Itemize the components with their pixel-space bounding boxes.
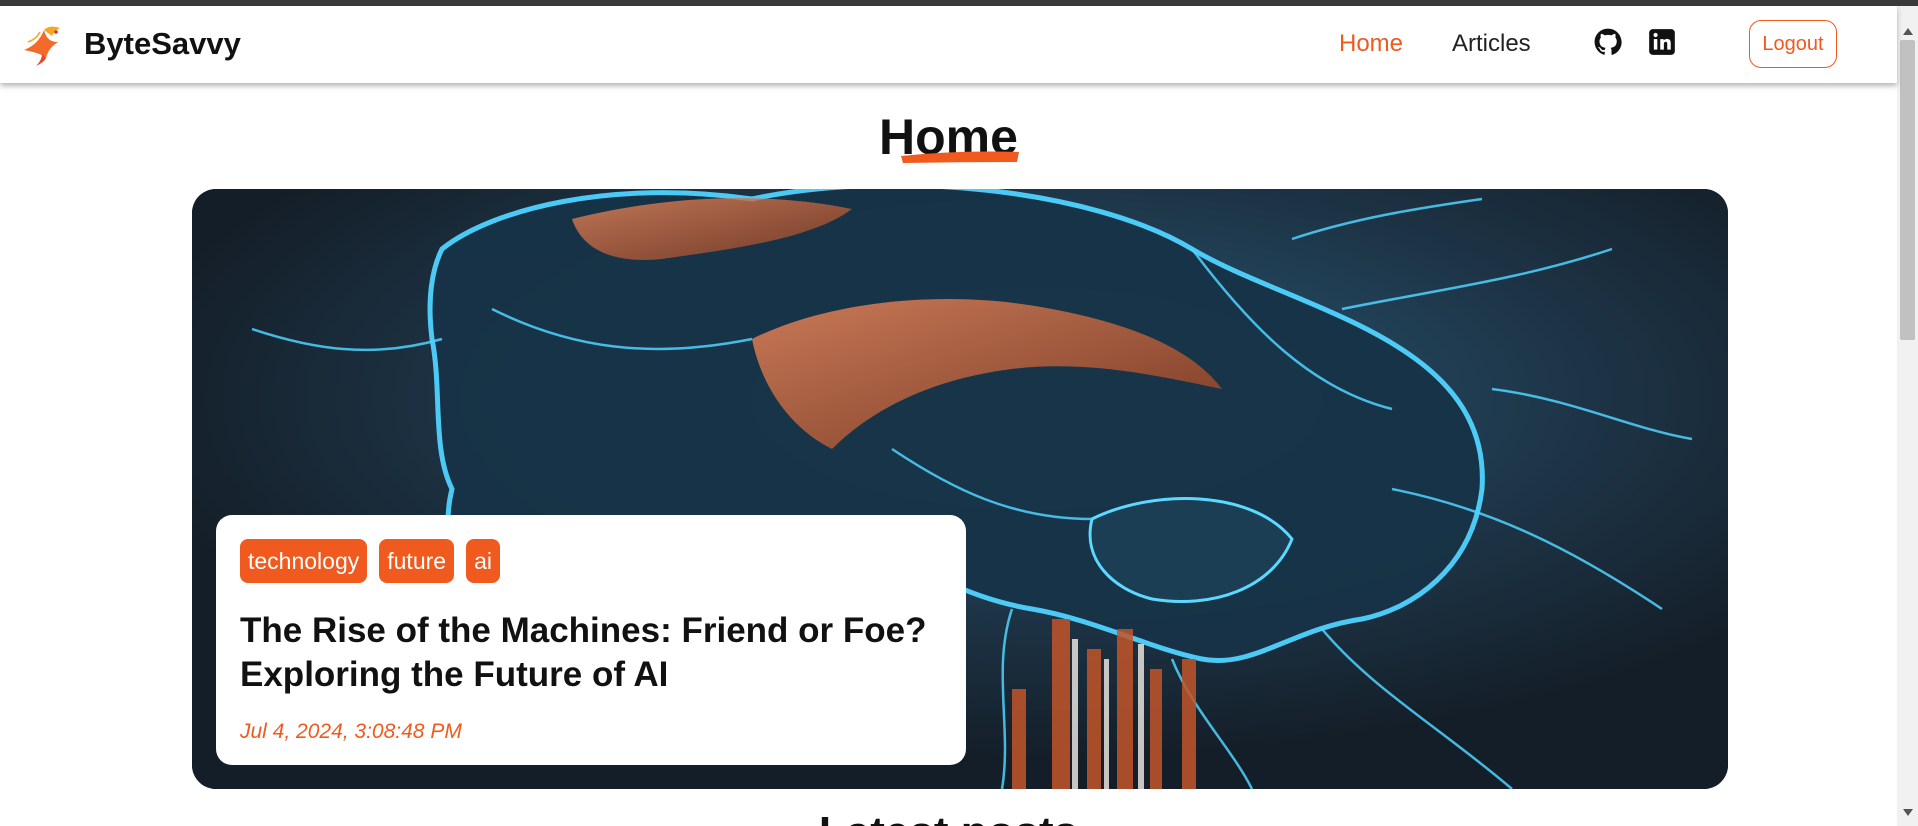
tag-future[interactable]: future — [379, 539, 455, 583]
github-icon[interactable] — [1594, 28, 1622, 56]
featured-article-title[interactable]: The Rise of the Machines: Friend or Foe?… — [240, 609, 942, 697]
linkedin-icon[interactable] — [1648, 28, 1676, 56]
featured-article-card[interactable]: technology future ai The Rise of the Mac… — [216, 515, 966, 765]
featured-article-date: Jul 4, 2024, 3:08:48 PM — [240, 720, 462, 743]
tag-technology[interactable]: technology — [240, 539, 368, 583]
featured-article-hero[interactable]: technology future ai The Rise of the Mac… — [192, 189, 1728, 789]
scroll-up-arrow-icon[interactable] — [1903, 28, 1913, 35]
title-underline-decoration — [901, 151, 1019, 163]
brand-name: ByteSavvy — [84, 26, 241, 61]
latest-posts-heading: Latest posts — [0, 808, 1897, 826]
tag-list: technology future ai — [240, 539, 942, 583]
navbar: ByteSavvy Home Articles Logout — [0, 6, 1897, 83]
scrollbar-thumb[interactable] — [1900, 40, 1915, 340]
page-scrollbar[interactable] — [1897, 6, 1918, 826]
nav-link-articles[interactable]: Articles — [1452, 30, 1531, 58]
scroll-down-arrow-icon[interactable] — [1903, 809, 1913, 816]
phoenix-bird-icon — [24, 26, 60, 66]
tag-ai[interactable]: ai — [466, 539, 500, 583]
logout-button[interactable]: Logout — [1749, 20, 1837, 68]
nav-link-home[interactable]: Home — [1339, 30, 1403, 58]
brand-link[interactable]: ByteSavvy — [20, 19, 241, 69]
